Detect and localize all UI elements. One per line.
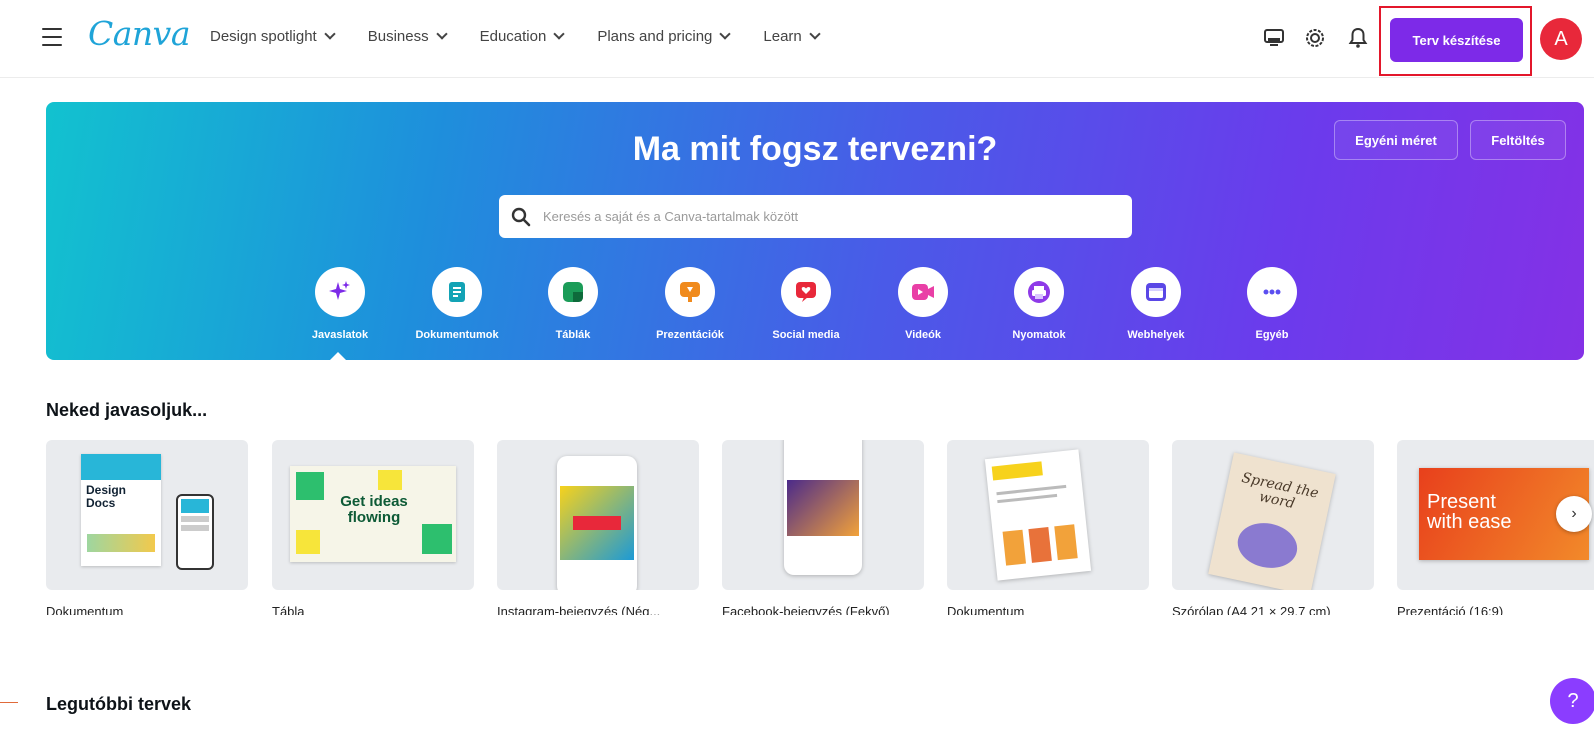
nav-business[interactable]: Business [367, 28, 448, 45]
printer-icon [1014, 267, 1064, 317]
category-suggestions[interactable]: Javaslatok [285, 267, 395, 341]
category-prints[interactable]: Nyomatok [984, 267, 1094, 341]
category-label: Prezentációk [656, 329, 724, 341]
menu-icon[interactable] [42, 28, 62, 46]
help-button[interactable]: ? [1550, 678, 1594, 724]
template-card[interactable]: Facebook-bejegyzés (Fekvő) [722, 440, 924, 615]
category-label: Social media [772, 329, 840, 341]
template-thumbnail [947, 440, 1149, 590]
avatar[interactable]: A [1540, 18, 1582, 60]
chevron-down-icon [553, 28, 565, 40]
template-thumbnail [497, 440, 699, 590]
template-thumbnail [722, 440, 924, 590]
template-label: Dokumentum [46, 604, 124, 615]
settings-icon[interactable] [1303, 26, 1327, 50]
canva-logo[interactable]: Canva [88, 14, 191, 53]
nav-learn[interactable]: Learn [763, 28, 821, 45]
template-card[interactable]: Spread the word Szórólap (A4 21 × 29,7 c… [1172, 440, 1374, 615]
edge-marker [0, 702, 18, 703]
search-icon [511, 207, 531, 226]
category-whiteboards[interactable]: Táblák [518, 267, 628, 341]
chevron-down-icon [324, 28, 336, 40]
bell-icon[interactable] [1346, 26, 1370, 50]
create-design-button[interactable]: Terv készítése [1390, 18, 1523, 62]
nav-label: Design spotlight [210, 28, 317, 45]
desktop-app-icon[interactable] [1262, 26, 1286, 50]
nav-label: Plans and pricing [597, 28, 713, 45]
search-input[interactable] [543, 209, 1103, 224]
category-label: Webhelyek [1127, 329, 1185, 341]
category-label: Nyomatok [1012, 329, 1066, 341]
presentation-icon [665, 267, 715, 317]
category-more[interactable]: Egyéb [1217, 267, 1327, 341]
recommended-title: Neked javasoljuk... [46, 400, 208, 420]
whiteboard-icon [548, 267, 598, 317]
template-card[interactable]: Design Docs Dokumentum [46, 440, 248, 615]
category-presentations[interactable]: Prezentációk [635, 267, 745, 341]
thumb-text: Spread the word [1240, 469, 1321, 513]
nav-education[interactable]: Education [479, 28, 565, 45]
recommended-carousel: Design Docs Dokumentum Get ideas flowing… [46, 440, 1594, 615]
heart-icon [781, 267, 831, 317]
category-row: Javaslatok Dokumentumok Táblák Prezentác… [46, 267, 1584, 347]
nav-design-spotlight[interactable]: Design spotlight [210, 28, 336, 45]
category-label: Táblák [555, 329, 591, 341]
chevron-down-icon [809, 28, 821, 40]
thumb-text: Get ideas flowing [340, 493, 408, 526]
category-social-media[interactable]: Social media [751, 267, 861, 341]
category-label: Egyéb [1255, 329, 1289, 341]
website-icon [1131, 267, 1181, 317]
category-videos[interactable]: Videók [868, 267, 978, 341]
nav-plans-pricing[interactable]: Plans and pricing [597, 28, 732, 45]
thumb-text: Design Docs [86, 483, 127, 510]
template-card[interactable]: Instagram-bejegyzés (Nég... [497, 440, 699, 615]
upload-button[interactable]: Feltöltés [1470, 120, 1566, 160]
chevron-down-icon [435, 28, 448, 40]
more-icon [1247, 267, 1297, 317]
sparkle-icon [315, 267, 365, 317]
template-thumbnail: Spread the word [1172, 440, 1374, 590]
template-label: Dokumentum [947, 604, 1025, 615]
custom-size-button[interactable]: Egyéni méret [1334, 120, 1458, 160]
nav-label: Business [367, 28, 429, 45]
top-bar: Canva Design spotlight Business Educatio… [0, 0, 1594, 78]
search-bar [499, 195, 1132, 238]
thumb-text: Present with ease [1427, 491, 1512, 533]
template-label: Facebook-bejegyzés (Fekvő) [722, 604, 890, 615]
recent-designs-title: Legutóbbi tervek [46, 694, 192, 714]
main-nav: Design spotlight Business Education Plan… [210, 28, 853, 45]
category-documents[interactable]: Dokumentumok [402, 267, 512, 341]
nav-label: Learn [763, 28, 802, 45]
nav-label: Education [479, 28, 547, 45]
document-icon [432, 267, 482, 317]
template-card[interactable]: Get ideas flowing Tábla [272, 440, 474, 615]
category-label: Videók [905, 329, 941, 341]
template-label: Tábla [272, 604, 305, 615]
carousel-next-button[interactable]: › [1556, 496, 1592, 532]
template-label: Prezentáció (16:9) [1397, 604, 1504, 615]
selected-category-indicator [329, 352, 347, 360]
template-card[interactable]: Dokumentum [947, 440, 1149, 615]
template-thumbnail: Design Docs [46, 440, 248, 590]
video-icon [898, 267, 948, 317]
chevron-right-icon: › [1571, 505, 1577, 522]
category-websites[interactable]: Webhelyek [1101, 267, 1211, 341]
hero-banner: Ma mit fogsz tervezni? Egyéni méret Felt… [46, 102, 1584, 360]
category-label: Javaslatok [311, 329, 369, 341]
template-label: Instagram-bejegyzés (Nég... [497, 604, 661, 615]
template-label: Szórólap (A4 21 × 29,7 cm) [1172, 604, 1331, 615]
category-label: Dokumentumok [415, 329, 499, 341]
template-thumbnail: Get ideas flowing [272, 440, 474, 590]
chevron-down-icon [719, 28, 732, 40]
